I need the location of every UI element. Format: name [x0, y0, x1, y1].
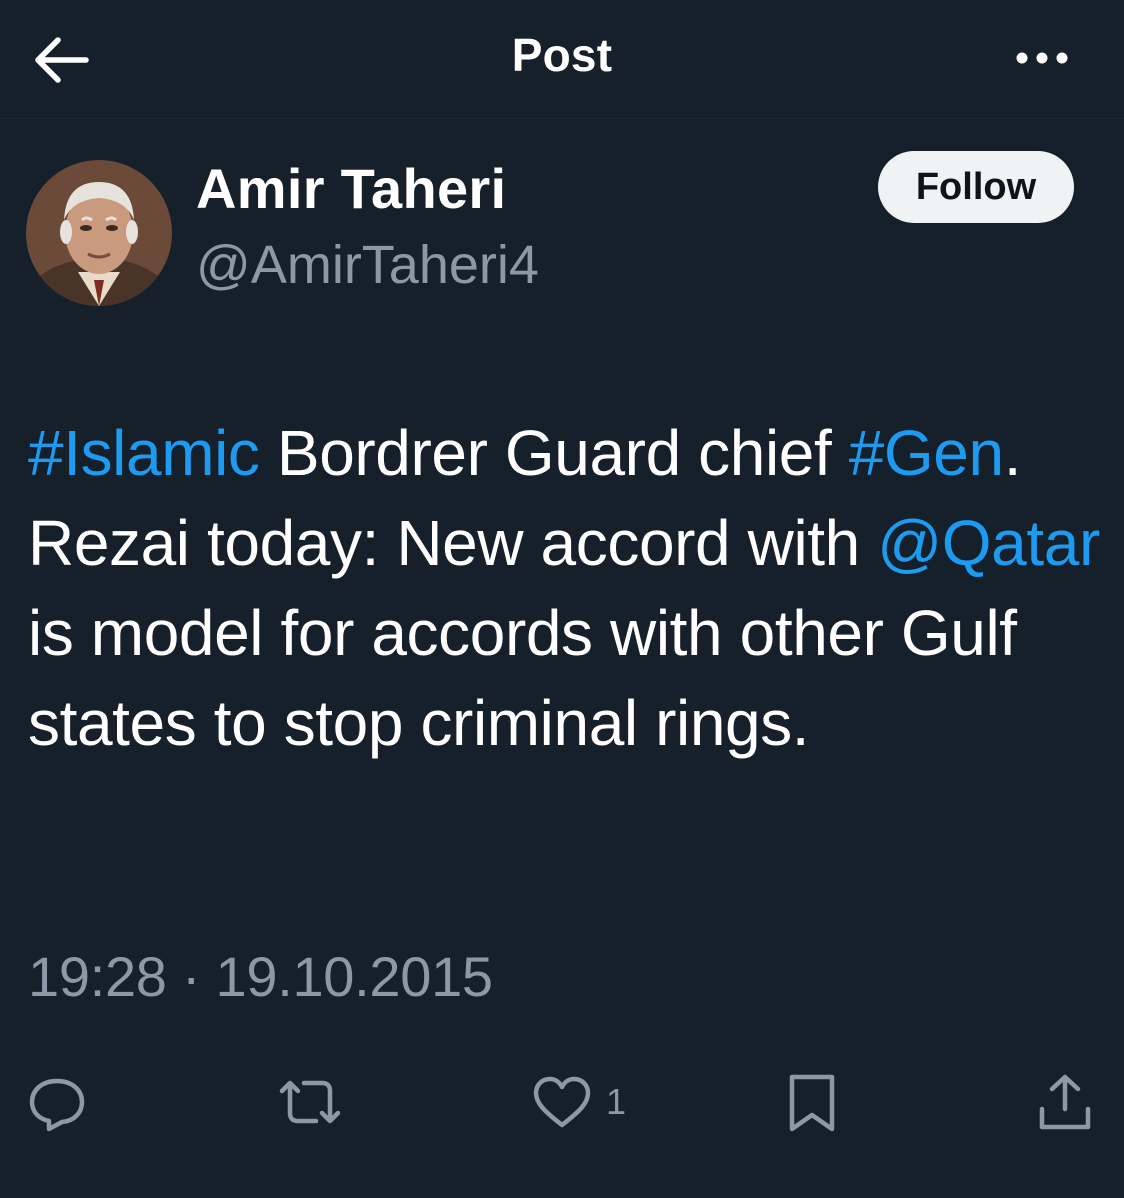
hashtag-link-islamic[interactable]: #Islamic — [28, 417, 260, 489]
retweet-button[interactable] — [272, 1062, 348, 1142]
follow-button[interactable]: Follow — [878, 151, 1074, 223]
action-bar: 1 — [0, 1062, 1124, 1142]
tweet-text-segment: is model for accords with other Gulf sta… — [28, 597, 1017, 759]
author-handle[interactable]: @AmirTaheri4 — [196, 234, 539, 296]
heart-icon — [533, 1076, 591, 1128]
author-display-name[interactable]: Amir Taheri — [196, 156, 506, 221]
mention-link-qatar[interactable]: @Qatar — [877, 507, 1100, 579]
reply-button[interactable] — [22, 1062, 92, 1142]
more-options-button[interactable] — [1000, 38, 1084, 78]
tweet-timestamp[interactable]: 19:28 · 19.10.2015 — [28, 944, 493, 1009]
more-horizontal-icon — [1016, 52, 1068, 64]
share-button[interactable] — [1030, 1062, 1100, 1142]
like-button[interactable]: 1 — [530, 1062, 626, 1142]
page-title: Post — [511, 29, 613, 81]
reply-icon — [29, 1078, 85, 1132]
like-count: 1 — [606, 1081, 627, 1122]
tweet-text: #Islamic Bordrer Guard chief #Gen. Rezai… — [28, 408, 1108, 768]
share-icon — [1039, 1074, 1091, 1130]
retweet-icon — [279, 1080, 341, 1124]
tweet-text-segment: Bordrer Guard chief — [259, 417, 849, 489]
hashtag-link-gen[interactable]: #Gen — [849, 417, 1004, 489]
top-bar: Post — [0, 0, 1124, 119]
avatar[interactable] — [26, 160, 172, 306]
avatar-photo — [26, 160, 172, 306]
bookmark-icon — [789, 1074, 835, 1132]
bookmark-button[interactable] — [780, 1062, 844, 1142]
